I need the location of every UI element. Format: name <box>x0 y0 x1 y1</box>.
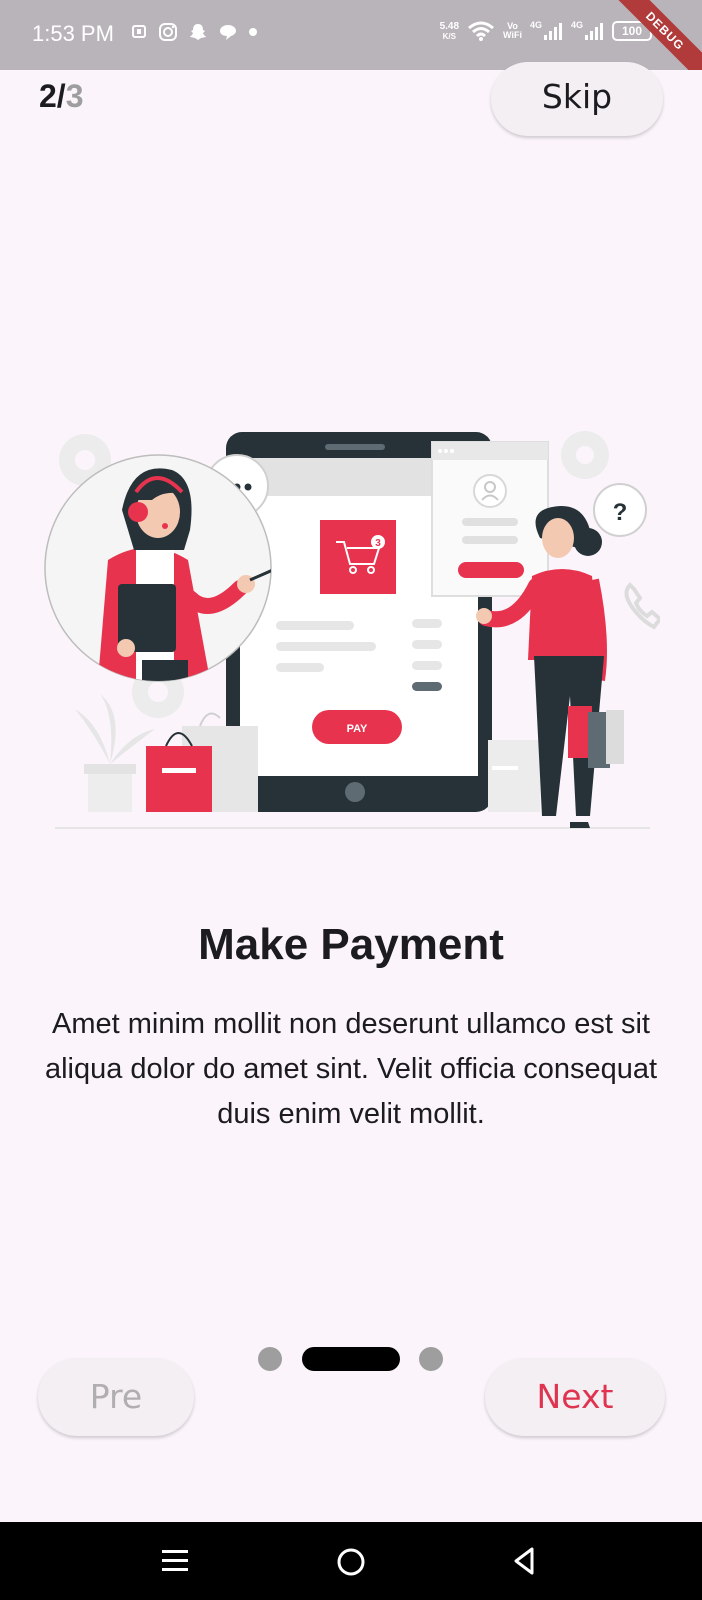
signal-1: 4G <box>530 21 563 41</box>
signal-icon <box>585 23 603 40</box>
onboarding-title: Make Payment <box>198 920 504 969</box>
page-dot-3[interactable] <box>419 1347 443 1371</box>
status-bar: 1:53 PM 5.48 K/S Vo WiFi 4G 4G 100 DEBUG <box>0 0 702 70</box>
pay-label: PAY <box>347 723 368 735</box>
status-notification-icons <box>132 22 258 42</box>
page-current: 2/ <box>39 78 66 114</box>
back-icon[interactable] <box>510 1546 540 1576</box>
chat-icon <box>220 25 236 40</box>
dot-icon <box>249 28 257 36</box>
page-dot-2-active[interactable] <box>302 1347 400 1371</box>
signal-icon <box>543 23 562 40</box>
page-counter: 2/3 <box>39 78 83 115</box>
snapchat-icon <box>190 24 206 40</box>
status-system-icons: 5.48 K/S Vo WiFi 4G 4G 100 <box>440 20 652 42</box>
page-total: 3 <box>65 78 84 114</box>
question-mark: ? <box>613 499 628 526</box>
system-navigation-bar <box>0 1522 702 1600</box>
profile-card <box>431 441 549 597</box>
payment-illustration: 3 PAY ? <box>44 431 660 829</box>
page-dot-1[interactable] <box>258 1347 282 1371</box>
app-notification-icon <box>132 25 146 38</box>
cart-badge: 3 <box>375 538 381 549</box>
home-icon[interactable] <box>335 1546 367 1578</box>
next-button[interactable]: Next <box>485 1358 665 1436</box>
net-speed: 5.48 K/S <box>439 20 460 41</box>
status-time: 1:53 PM <box>32 21 114 46</box>
pre-button[interactable]: Pre <box>38 1358 194 1436</box>
question-bubble: ? <box>593 483 647 537</box>
menu-icon[interactable] <box>160 1546 190 1576</box>
skip-button[interactable]: Skip <box>491 62 663 136</box>
phone-icon <box>624 582 660 630</box>
signal-2: 4G <box>571 21 604 41</box>
wifi-icon <box>468 21 495 41</box>
onboarding-description: Amet minim mollit non deserunt ullamco e… <box>44 1008 658 1130</box>
instagram-icon <box>159 23 177 41</box>
vowifi-indicator: Vo WiFi <box>503 21 522 40</box>
